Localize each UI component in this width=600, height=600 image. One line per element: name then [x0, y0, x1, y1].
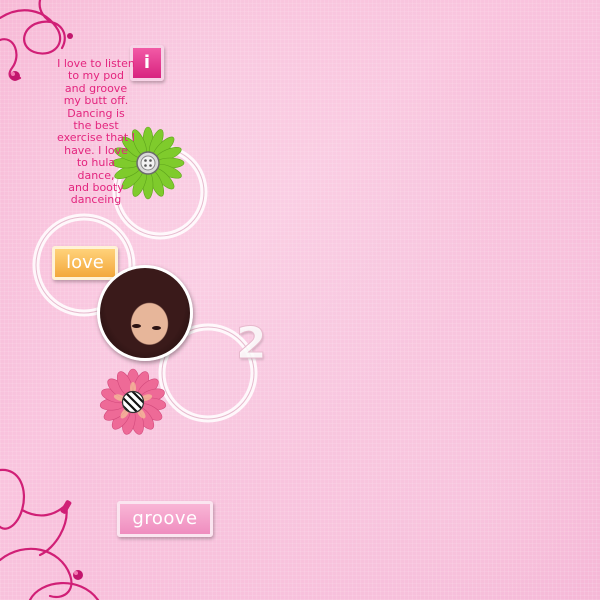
photo-eye-left — [132, 324, 141, 328]
love-word-tile: love — [52, 246, 118, 280]
groove-word-tile: groove — [117, 501, 213, 537]
scrapbook-page: i I love to listen to my pod and groove … — [0, 0, 600, 600]
photo-eye-right — [152, 326, 161, 330]
earbud-cord-bottom-icon — [0, 468, 100, 600]
portrait-photo — [97, 265, 193, 361]
pink-flower-icon — [99, 368, 167, 435]
number-two-sticker: 2 — [236, 318, 268, 370]
journal-text: I love to listen to my pod and groove my… — [57, 57, 135, 207]
earbud-bottom-icon — [60, 500, 83, 580]
